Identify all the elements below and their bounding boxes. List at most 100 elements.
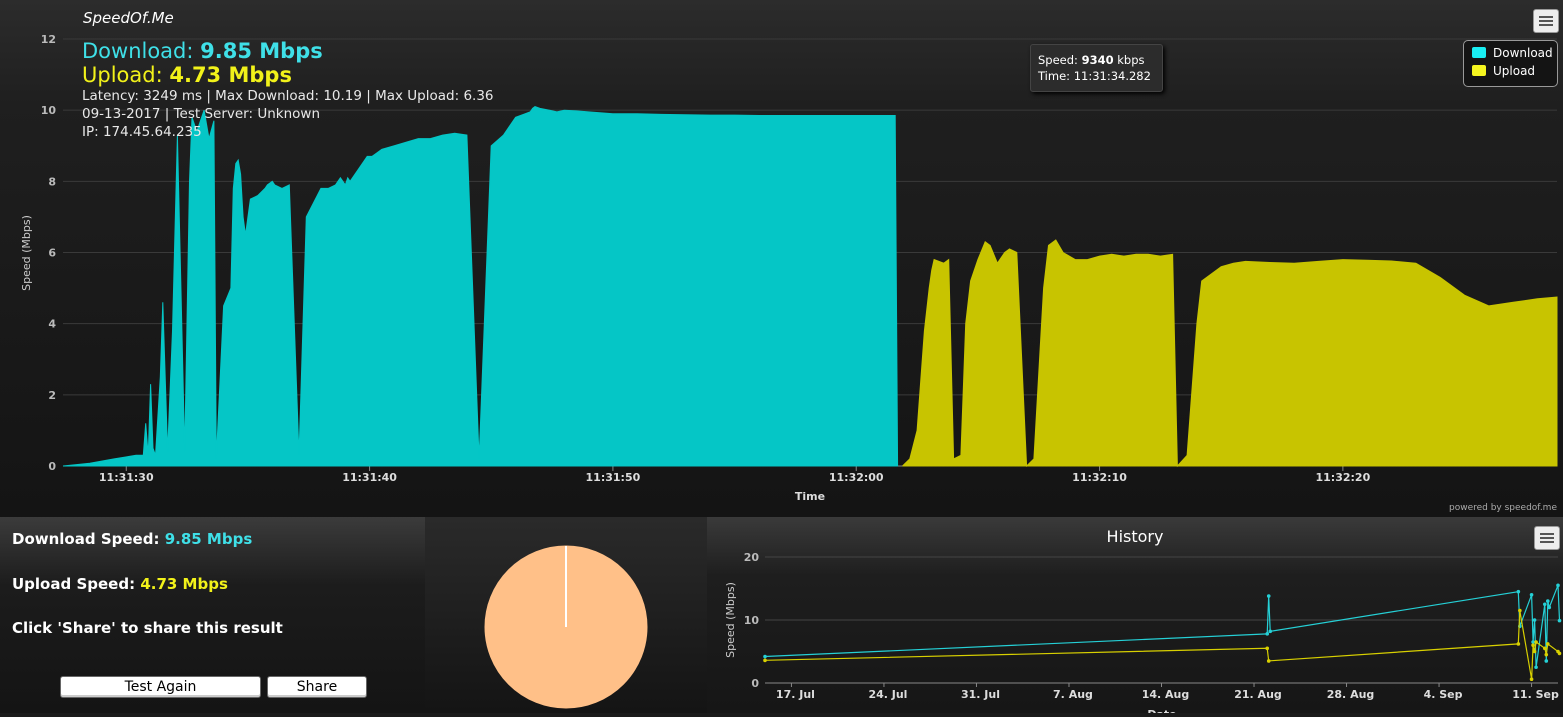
latency-info: Latency: 3249 ms | Max Download: 10.19 |… [82, 88, 494, 104]
download-result: Download: 9.85 Mbps [82, 39, 494, 63]
history-point-download [1534, 665, 1538, 670]
history-series-download [764, 585, 1561, 668]
y-tick-label: 6 [48, 247, 56, 260]
tooltip-speed-label: Speed: [1038, 53, 1078, 67]
result-pie-chart [484, 545, 648, 709]
history-x-tick-label: 11. Sep [1512, 688, 1559, 701]
history-panel: 0 10 20 17. Jul 24. Jul 31. Jul 7. Aug 14. Aug 2… [707, 517, 1563, 713]
history-point-upload [1516, 642, 1521, 646]
y-tick-label: 4 [48, 318, 56, 331]
powered-by-text: powered by speedof.me [1448, 503, 1557, 513]
tooltip-time-label: Time: [1038, 69, 1071, 83]
result-details-panel: Download Speed: 9.85 Mbps Upload Speed: … [0, 517, 425, 713]
history-x-tick-label: 14. Aug [1142, 688, 1190, 701]
legend-item-upload[interactable]: Upload [1472, 64, 1535, 78]
history-point-upload [1542, 646, 1547, 651]
history-point-upload [1266, 659, 1271, 663]
history-x-tick-label: 17. Jul [776, 688, 815, 701]
history-point-download [1529, 593, 1534, 597]
history-point-download [1545, 599, 1550, 603]
upload-speed-label: Upload Speed: [12, 575, 136, 593]
history-point-upload [1265, 646, 1270, 651]
legend-label-download: Download [1493, 46, 1553, 60]
history-x-axis-title: Date [1147, 708, 1176, 713]
download-speed-line: Download Speed: 9.85 Mbps [12, 530, 252, 548]
upload-speed-line: Upload Speed: 4.73 Mbps [12, 575, 228, 593]
history-point-upload [1544, 652, 1549, 657]
history-y-axis-title: Speed (Mbps) [724, 582, 737, 658]
upload-speed-value: 4.73 Mbps [140, 575, 228, 593]
tooltip-speed-value: 9340 [1081, 53, 1114, 67]
history-point-download [1542, 602, 1547, 607]
history-y-tick-label: 10 [744, 614, 760, 627]
download-result-value: 9.85 Mbps [200, 39, 323, 63]
y-axis-title: Speed (Mbps) [20, 215, 33, 291]
download-result-label: Download: [82, 39, 194, 63]
history-x-tick-label: 7. Aug [1053, 688, 1093, 701]
x-tick-label: 11:31:50 [586, 471, 641, 484]
history-point-download [1544, 659, 1549, 663]
upload-result-value: 4.73 Mbps [169, 63, 292, 87]
result-summary: Download: 9.85 Mbps Upload: 4.73 Mbps La… [82, 39, 494, 141]
y-tick-label: 0 [48, 460, 56, 473]
x-axis-title: Time [795, 490, 825, 503]
x-tick-label: 11:31:30 [99, 471, 154, 484]
history-point-download [1547, 605, 1552, 610]
history-point-upload [1534, 640, 1538, 644]
history-point-download [1556, 583, 1560, 588]
legend-swatch-upload [1472, 65, 1486, 76]
y-tick-label: 10 [41, 104, 57, 117]
x-tick-label: 11:32:20 [1316, 471, 1371, 484]
tooltip-time: Time: 11:31:34.282 [1038, 69, 1151, 83]
history-point-upload [1557, 651, 1562, 656]
legend-item-download[interactable]: Download [1472, 46, 1553, 60]
share-button[interactable]: Share [267, 676, 367, 698]
history-point-download [1532, 618, 1537, 622]
history-x-tick-label: 21. Aug [1234, 688, 1282, 701]
y-tick-label: 12 [41, 33, 56, 46]
share-hint: Click 'Share' to share this result [12, 619, 283, 637]
history-point-download [1268, 629, 1273, 634]
chart-legend: Download Upload [1463, 40, 1558, 87]
chart-menu-icon[interactable] [1533, 9, 1559, 33]
history-point-download [1557, 618, 1562, 623]
test-again-button[interactable]: Test Again [60, 676, 261, 698]
history-point-download [1266, 594, 1271, 598]
history-x-tick-label: 28. Aug [1327, 688, 1375, 701]
history-x-tick-label: 4. Sep [1424, 688, 1463, 701]
history-point-download [763, 654, 767, 659]
history-point-upload [1545, 642, 1550, 646]
history-point-download [1265, 632, 1270, 636]
history-point-upload [1531, 643, 1535, 647]
history-line-chart: 0 10 20 17. Jul 24. Jul 31. Jul 7. Aug 14. Aug 2… [724, 551, 1562, 713]
x-tick-label: 11:32:10 [1072, 471, 1127, 484]
upload-result: Upload: 4.73 Mbps [82, 63, 494, 87]
history-point-upload [1529, 677, 1534, 682]
history-point-upload [1532, 649, 1537, 654]
tooltip-time-value: 11:31:34.282 [1073, 69, 1151, 83]
legend-swatch-download [1472, 47, 1486, 58]
pie-panel [425, 517, 707, 713]
y-tick-label: 8 [48, 175, 56, 188]
history-y-tick-label: 0 [751, 677, 759, 690]
download-speed-value: 9.85 Mbps [164, 530, 253, 548]
series-area-upload [902, 239, 1558, 468]
history-x-tick-label: 24. Jul [868, 688, 907, 701]
upload-result-label: Upload: [82, 63, 163, 87]
x-tick-label: 11:31:40 [342, 471, 397, 484]
x-tick-label: 11:32:00 [829, 471, 884, 484]
y-tick-label: 2 [48, 389, 56, 402]
chart-tooltip: Speed: 9340 kbps Time: 11:31:34.282 [1030, 44, 1163, 92]
history-point-upload [1518, 608, 1522, 613]
history-series-upload [764, 610, 1560, 680]
legend-label-upload: Upload [1493, 64, 1536, 78]
history-menu-icon[interactable] [1534, 526, 1560, 550]
tooltip-speed: Speed: 9340 kbps [1038, 53, 1145, 67]
tooltip-speed-unit: kbps [1117, 53, 1145, 67]
download-speed-label: Download Speed: [12, 530, 160, 548]
history-y-tick-label: 20 [744, 551, 760, 564]
history-title: History [1106, 527, 1164, 546]
date-server-info: 09-13-2017 | Test Server: Unknown [82, 106, 321, 122]
speed-chart-panel: 0 2 4 6 8 10 12 11:31:30 11:31:40 11:31:50 11:32:0… [0, 0, 1563, 517]
brand-title: SpeedOf.Me [83, 9, 174, 27]
